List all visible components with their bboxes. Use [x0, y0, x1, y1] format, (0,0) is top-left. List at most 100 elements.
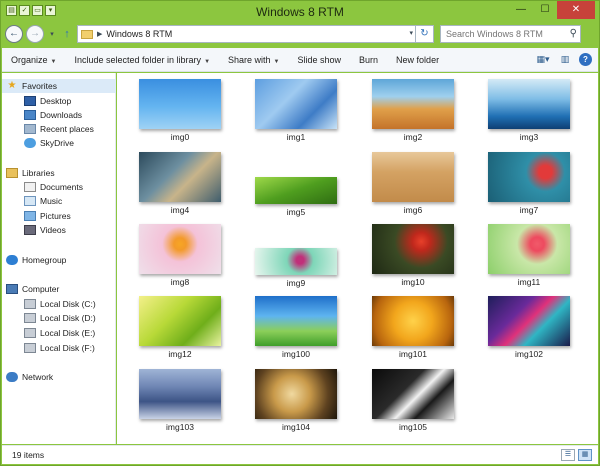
search-input[interactable]: [441, 26, 561, 42]
include-in-library-button[interactable]: Include selected folder in library ▼: [65, 55, 219, 65]
star-icon: ★: [7, 80, 17, 91]
network-icon: [6, 372, 18, 382]
thumbnail: [372, 224, 454, 274]
change-view-icon[interactable]: ▦▾: [535, 52, 551, 66]
burn-button[interactable]: Burn: [350, 55, 387, 65]
file-item[interactable]: img105: [358, 369, 468, 432]
file-item[interactable]: img104: [241, 369, 351, 432]
recent-places-icon: [24, 124, 36, 134]
file-item[interactable]: img102: [474, 296, 584, 359]
file-item[interactable]: img101: [358, 296, 468, 359]
nav-label: Computer: [22, 284, 60, 294]
title-bar: ▤ ✓ ▭ ▾ Windows 8 RTM — ☐ ✕: [1, 1, 599, 23]
file-item[interactable]: img0: [125, 79, 235, 142]
nav-disk-e[interactable]: Local Disk (E:): [2, 326, 116, 340]
chevron-down-icon[interactable]: ▾: [409, 29, 413, 37]
nav-documents[interactable]: Documents: [2, 180, 116, 194]
file-name: img1: [286, 132, 306, 142]
close-button[interactable]: ✕: [557, 1, 595, 19]
file-name: img0: [170, 132, 190, 142]
file-item[interactable]: img4: [125, 152, 235, 215]
disk-icon: [24, 299, 36, 309]
nav-label: Documents: [40, 182, 83, 192]
search-icon[interactable]: ⚲: [570, 28, 577, 39]
preview-pane-icon[interactable]: ▥: [557, 52, 573, 66]
navigation-pane: ★ Favorites Desktop Downloads Recent plac…: [2, 73, 116, 444]
nav-computer[interactable]: Computer: [2, 282, 116, 296]
nav-label: SkyDrive: [40, 138, 75, 148]
up-button[interactable]: ↑: [60, 28, 74, 40]
file-item[interactable]: img7: [474, 152, 584, 215]
nav-label: Local Disk (E:): [40, 328, 96, 338]
thumbnail: [255, 79, 337, 129]
nav-disk-d[interactable]: Local Disk (D:): [2, 311, 116, 325]
file-item[interactable]: img5: [241, 177, 351, 217]
nav-disk-f[interactable]: Local Disk (F:): [2, 341, 116, 355]
nav-favorites[interactable]: ★ Favorites: [2, 79, 116, 93]
nav-homegroup[interactable]: Homegroup: [2, 253, 116, 267]
file-item[interactable]: img3: [474, 79, 584, 142]
nav-downloads[interactable]: Downloads: [2, 108, 116, 122]
nav-network[interactable]: Network: [2, 370, 116, 384]
nav-desktop[interactable]: Desktop: [2, 94, 116, 108]
documents-icon: [24, 182, 36, 192]
refresh-button[interactable]: ↻: [415, 25, 433, 43]
nav-label: Pictures: [40, 211, 71, 221]
nav-label: Desktop: [40, 96, 72, 106]
nav-label: Music: [40, 196, 63, 206]
share-with-button[interactable]: Share with ▼: [219, 55, 288, 65]
nav-music[interactable]: Music: [2, 194, 116, 208]
file-name: img2: [403, 132, 423, 142]
file-name: img12: [168, 349, 192, 359]
file-item[interactable]: img6: [358, 152, 468, 215]
thumbnail: [372, 79, 454, 129]
recent-locations-icon[interactable]: ▾: [47, 30, 57, 38]
help-icon[interactable]: ?: [579, 52, 592, 66]
breadcrumb[interactable]: Windows 8 RTM: [106, 29, 172, 39]
new-folder-button[interactable]: New folder: [387, 55, 448, 65]
nav-disk-c[interactable]: Local Disk (C:): [2, 297, 116, 311]
large-icons-view-icon[interactable]: ▦: [578, 449, 592, 461]
slide-show-button[interactable]: Slide show: [289, 55, 351, 65]
nav-pictures[interactable]: Pictures: [2, 209, 116, 223]
organize-label: Organize: [11, 54, 48, 65]
thumbnail: [255, 369, 337, 419]
file-item[interactable]: img10: [358, 224, 468, 287]
file-name: img7: [519, 205, 539, 215]
maximize-button[interactable]: ☐: [533, 1, 557, 19]
details-view-icon[interactable]: ☰: [561, 449, 575, 461]
nav-recent-places[interactable]: Recent places: [2, 122, 116, 136]
thumbnail: [139, 79, 221, 129]
file-item[interactable]: img11: [474, 224, 584, 287]
nav-label: Network: [22, 372, 54, 382]
desktop-icon: [24, 96, 36, 106]
pictures-icon: [24, 211, 36, 221]
organize-button[interactable]: Organize ▼: [2, 55, 65, 65]
nav-skydrive[interactable]: SkyDrive: [2, 136, 116, 150]
nav-label: Local Disk (C:): [40, 299, 96, 309]
file-item[interactable]: img8: [125, 224, 235, 287]
disk-icon: [24, 328, 36, 338]
thumbnail: [255, 296, 337, 346]
file-name: img100: [282, 349, 310, 359]
file-item[interactable]: img2: [358, 79, 468, 142]
file-name: img102: [515, 349, 543, 359]
file-item[interactable]: img1: [241, 79, 351, 142]
chevron-right-icon[interactable]: ▶: [97, 30, 102, 38]
file-item[interactable]: img103: [125, 369, 235, 432]
nav-libraries[interactable]: Libraries: [2, 166, 116, 180]
file-name: img6: [403, 205, 423, 215]
minimize-button[interactable]: —: [509, 1, 533, 19]
back-button[interactable]: ←: [5, 25, 23, 43]
forward-button[interactable]: →: [26, 25, 44, 43]
nav-videos[interactable]: Videos: [2, 223, 116, 237]
thumbnail: [255, 248, 337, 275]
file-item[interactable]: img100: [241, 296, 351, 359]
file-name: img10: [401, 277, 425, 287]
address-bar[interactable]: ▶ Windows 8 RTM ▾ ↻: [77, 25, 434, 43]
file-name: img8: [170, 277, 190, 287]
file-item[interactable]: img12: [125, 296, 235, 359]
file-name: img11: [517, 277, 541, 287]
chevron-down-icon: ▼: [273, 58, 280, 65]
file-item[interactable]: img9: [241, 248, 351, 288]
